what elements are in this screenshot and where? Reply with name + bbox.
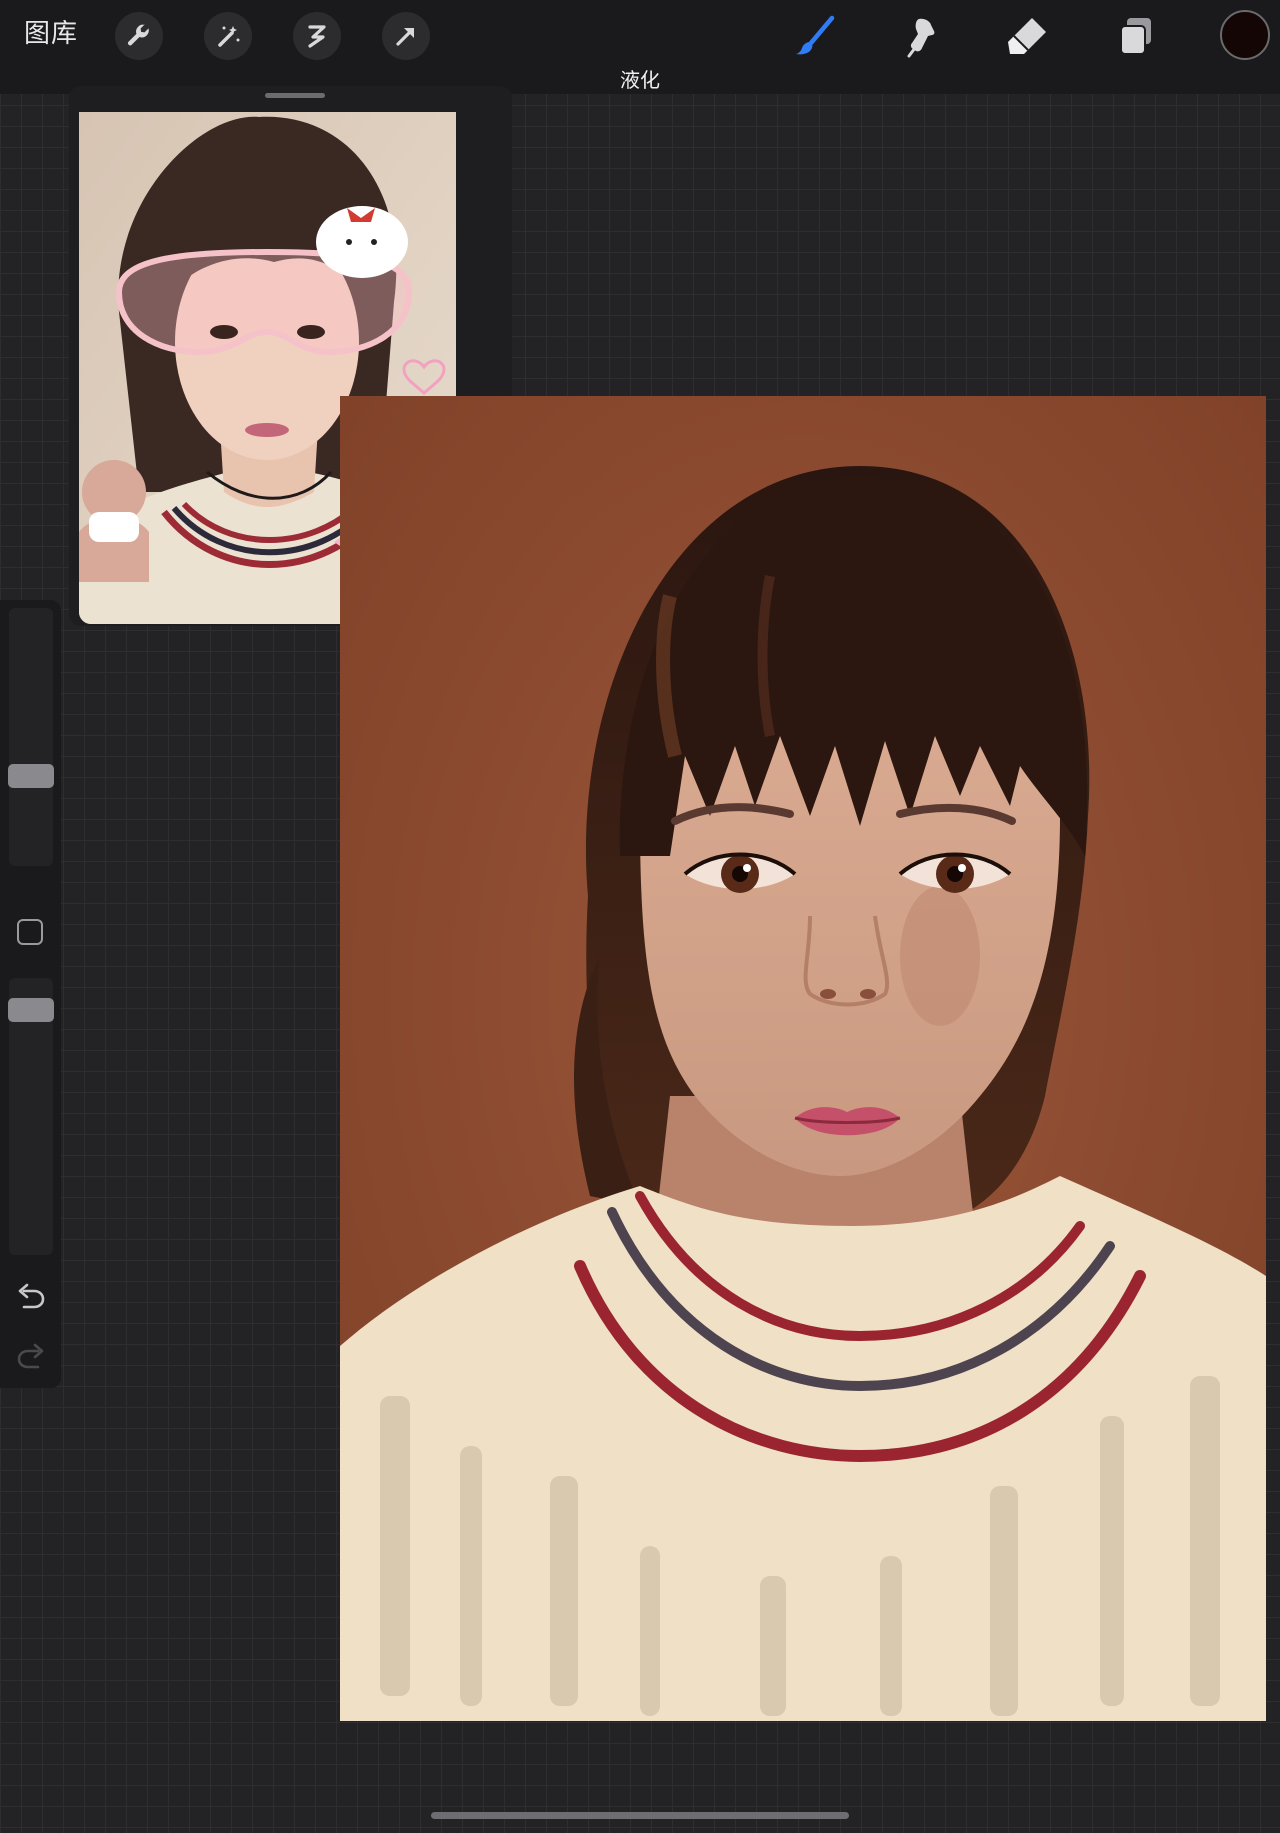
reference-drag-handle[interactable] bbox=[265, 93, 325, 98]
procreate-workspace: 图库 液化 bbox=[0, 0, 1280, 1833]
selection-icon[interactable] bbox=[293, 12, 341, 60]
undo-arrow-icon[interactable] bbox=[14, 1282, 48, 1312]
home-indicator[interactable] bbox=[431, 1812, 849, 1819]
smudge-icon[interactable] bbox=[895, 10, 947, 62]
eraser-icon[interactable] bbox=[1002, 10, 1054, 62]
redo-arrow-icon[interactable] bbox=[14, 1342, 48, 1372]
brush-icon[interactable] bbox=[788, 10, 840, 62]
square-modify-icon[interactable] bbox=[17, 919, 43, 945]
active-color-swatch[interactable] bbox=[1220, 10, 1270, 60]
brush-size-slider[interactable] bbox=[9, 608, 53, 866]
left-sidebar bbox=[0, 600, 61, 1388]
layers-icon[interactable] bbox=[1109, 10, 1161, 62]
wrench-icon[interactable] bbox=[115, 12, 163, 60]
opacity-thumb[interactable] bbox=[8, 998, 54, 1022]
painting-canvas[interactable] bbox=[340, 396, 1266, 1721]
brush-size-thumb[interactable] bbox=[8, 764, 54, 788]
transform-arrow-icon[interactable] bbox=[382, 12, 430, 60]
mode-label-text: 液化 bbox=[620, 68, 660, 92]
magic-wand-icon[interactable] bbox=[204, 12, 252, 60]
gallery-button[interactable]: 图库 bbox=[24, 14, 78, 54]
